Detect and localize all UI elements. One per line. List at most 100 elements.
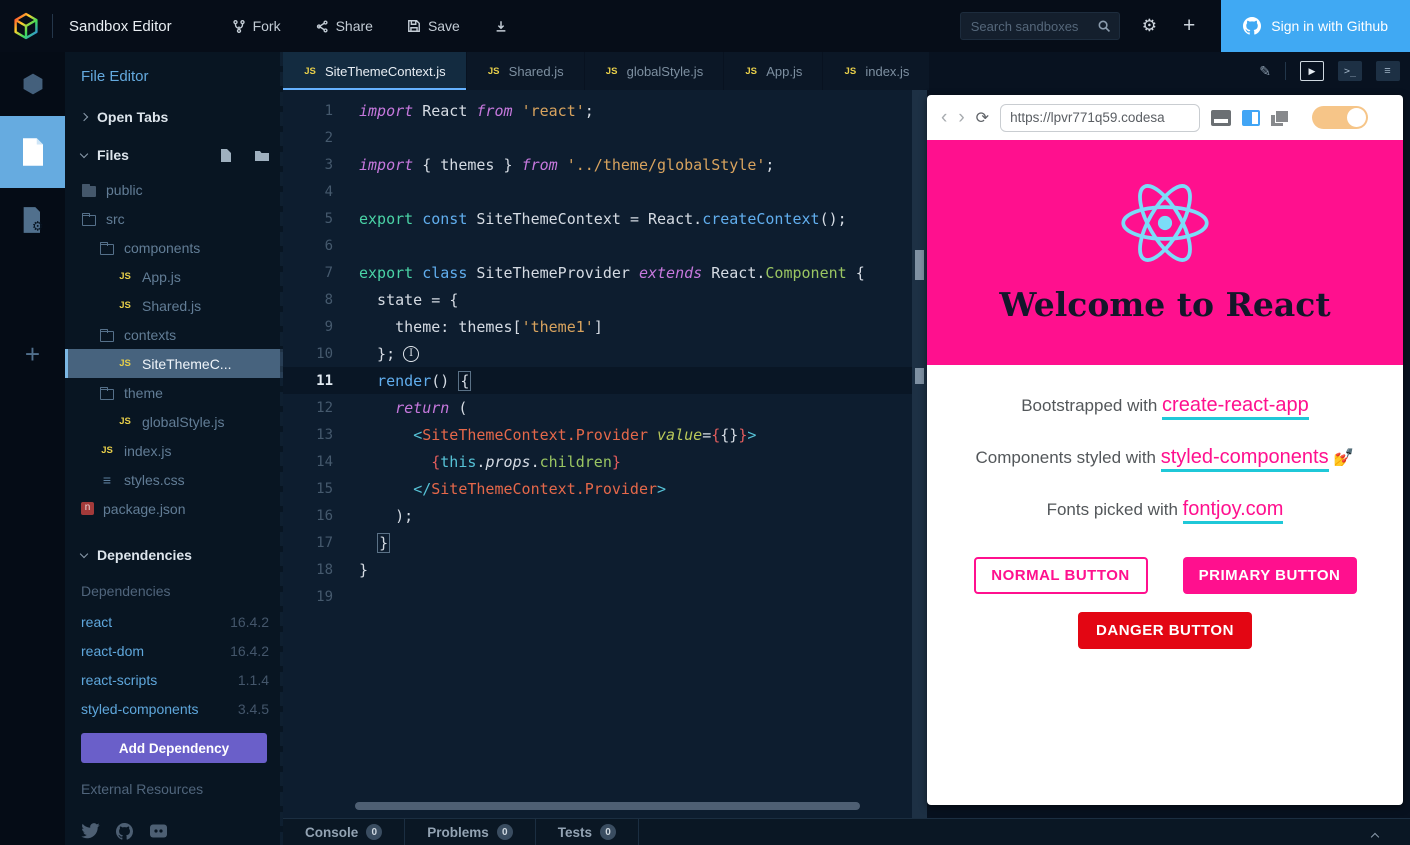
console-terminal-icon[interactable]: >_	[1338, 61, 1362, 81]
file-explorer-sidebar: File Editor Open Tabs Files public	[65, 52, 283, 845]
back-icon[interactable]: ‹	[941, 108, 947, 127]
codesandbox-logo[interactable]	[0, 12, 52, 40]
new-file-icon[interactable]	[220, 149, 231, 162]
file-tree-item[interactable]: Shared.js	[65, 291, 283, 320]
file-tree-item[interactable]: src	[65, 204, 283, 233]
dependencies-section[interactable]: Dependencies	[65, 547, 283, 563]
code-line[interactable]: 10 };	[283, 340, 927, 367]
github-icon[interactable]	[116, 823, 133, 840]
code-line[interactable]: 3import { themes } from '../theme/global…	[283, 151, 927, 178]
code-line[interactable]: 13 <SiteThemeContext.Provider value={{}}…	[283, 421, 927, 448]
dependency-item[interactable]: react-dom 16.4.2	[65, 636, 283, 665]
collapse-chevron-up-icon[interactable]	[1372, 827, 1378, 845]
demo-button[interactable]: NORMAL BUTTON	[974, 557, 1148, 594]
file-name: package.json	[103, 501, 186, 517]
editor-tab[interactable]: globalStyle.js	[585, 52, 724, 90]
code-line[interactable]: 6	[283, 232, 927, 259]
top-bar: Sandbox Editor Fork Share Save	[0, 0, 1410, 52]
file-name: src	[106, 211, 125, 227]
editor-tab[interactable]: SiteThemeContext.js	[283, 52, 466, 90]
editor-horizontal-scrollbar[interactable]	[355, 802, 860, 810]
editor-tab[interactable]: Shared.js	[467, 52, 584, 90]
add-dependency-button[interactable]: Add Dependency	[81, 733, 267, 763]
info-link[interactable]: create-react-app	[1162, 394, 1309, 420]
file-tree-item[interactable]: package.json	[65, 494, 283, 523]
file-tree-item[interactable]: components	[65, 233, 283, 262]
social-links	[65, 823, 283, 840]
twitter-icon[interactable]	[81, 823, 100, 839]
file-type-icon	[99, 444, 115, 457]
split-view-icon[interactable]	[1242, 110, 1260, 126]
discord-icon[interactable]	[149, 823, 168, 839]
code-line[interactable]: 16 );	[283, 502, 927, 529]
rail-file-editor-icon[interactable]	[0, 116, 65, 188]
code-line[interactable]: 5export const SiteThemeContext = React.c…	[283, 205, 927, 232]
responsive-mode-toggle[interactable]	[1312, 106, 1368, 129]
forward-icon[interactable]: ›	[958, 108, 964, 127]
url-input[interactable]	[1000, 104, 1200, 132]
settings-gear-icon[interactable]: ⚙	[1142, 16, 1157, 36]
devtools-tab[interactable]: Problems 0	[405, 819, 536, 845]
browser-preview-icon[interactable]: ▶	[1300, 61, 1324, 81]
editor-vertical-scrollbar[interactable]	[912, 90, 927, 818]
file-tree-item[interactable]: theme	[65, 378, 283, 407]
open-tabs-section[interactable]: Open Tabs	[65, 109, 283, 125]
file-tree-item[interactable]: App.js	[65, 262, 283, 291]
dependency-version: 16.4.2	[230, 643, 269, 659]
code-line[interactable]: 18}	[283, 556, 927, 583]
file-tree-item[interactable]: public	[65, 175, 283, 204]
code-line[interactable]: 15 </SiteThemeContext.Provider>	[283, 475, 927, 502]
code-line[interactable]: 14 {this.props.children}	[283, 448, 927, 475]
files-section[interactable]: Files	[65, 147, 283, 163]
search-input[interactable]	[961, 19, 1119, 34]
devtools-tab[interactable]: Tests 0	[536, 819, 639, 845]
info-link[interactable]: fontjoy.com	[1183, 498, 1284, 524]
browser-view-icon[interactable]	[1211, 110, 1231, 126]
file-tree-item[interactable]: contexts	[65, 320, 283, 349]
download-button[interactable]	[494, 19, 508, 34]
code-line[interactable]: 9 theme: themes['theme1']	[283, 313, 927, 340]
prettier-brush-icon[interactable]: ✎	[1259, 63, 1271, 80]
tests-list-icon[interactable]: ≡	[1376, 61, 1400, 81]
open-new-window-icon[interactable]	[1271, 110, 1289, 126]
code-line[interactable]: 1import React from 'react';	[283, 97, 927, 124]
demo-button[interactable]: PRIMARY BUTTON	[1183, 557, 1357, 594]
rail-sandbox-cube-icon[interactable]	[0, 52, 65, 116]
code-line[interactable]: 17 }	[283, 529, 927, 556]
new-sandbox-plus-icon[interactable]: +	[1183, 14, 1195, 38]
editor-tab-label: Shared.js	[509, 64, 564, 79]
save-button[interactable]: Save	[407, 18, 460, 34]
code-line[interactable]: 11 render() {	[283, 367, 927, 394]
file-tree-item[interactable]: index.js	[65, 436, 283, 465]
code-line[interactable]: 19	[283, 583, 927, 610]
rail-sandbox-config-icon[interactable]: ⚙	[0, 188, 65, 252]
search-icon[interactable]	[1097, 19, 1112, 34]
editor-tab[interactable]: App.js	[724, 52, 822, 90]
file-tree-item[interactable]: globalStyle.js	[65, 407, 283, 436]
dependency-item[interactable]: react-scripts 1.1.4	[65, 665, 283, 694]
dependency-item[interactable]: react 16.4.2	[65, 607, 283, 636]
share-button[interactable]: Share	[315, 18, 373, 34]
code-line[interactable]: 12 return (	[283, 394, 927, 421]
editor-tab[interactable]: index.js	[823, 52, 929, 90]
refresh-icon[interactable]: ⟳	[976, 108, 989, 128]
code-line[interactable]: 2	[283, 124, 927, 151]
dependency-item[interactable]: styled-components 3.4.5	[65, 694, 283, 723]
code-line[interactable]: 4	[283, 178, 927, 205]
rail-add-icon[interactable]: +	[0, 322, 65, 386]
editor-tab-strip: SiteThemeContext.js Shared.js globalStyl…	[283, 52, 1410, 90]
fork-button[interactable]: Fork	[232, 18, 281, 34]
file-tree-item[interactable]: SiteThemeC...	[65, 349, 283, 378]
code-line[interactable]: 8 state = {	[283, 286, 927, 313]
file-type-icon	[99, 241, 115, 254]
devtools-tab[interactable]: Console 0	[283, 819, 405, 845]
file-tree-item[interactable]: styles.css	[65, 465, 283, 494]
sign-in-github-button[interactable]: Sign in with Github	[1221, 0, 1410, 52]
info-link[interactable]: styled-components	[1161, 446, 1329, 472]
demo-button[interactable]: DANGER BUTTON	[1078, 612, 1252, 649]
new-folder-icon[interactable]	[255, 150, 269, 161]
file-name: styles.css	[124, 472, 185, 488]
info-line: Components styled with styled-components…	[927, 446, 1403, 469]
code-line[interactable]: 7export class SiteThemeProvider extends …	[283, 259, 927, 286]
code-editor[interactable]: 1import React from 'react';23import { th…	[283, 90, 927, 818]
